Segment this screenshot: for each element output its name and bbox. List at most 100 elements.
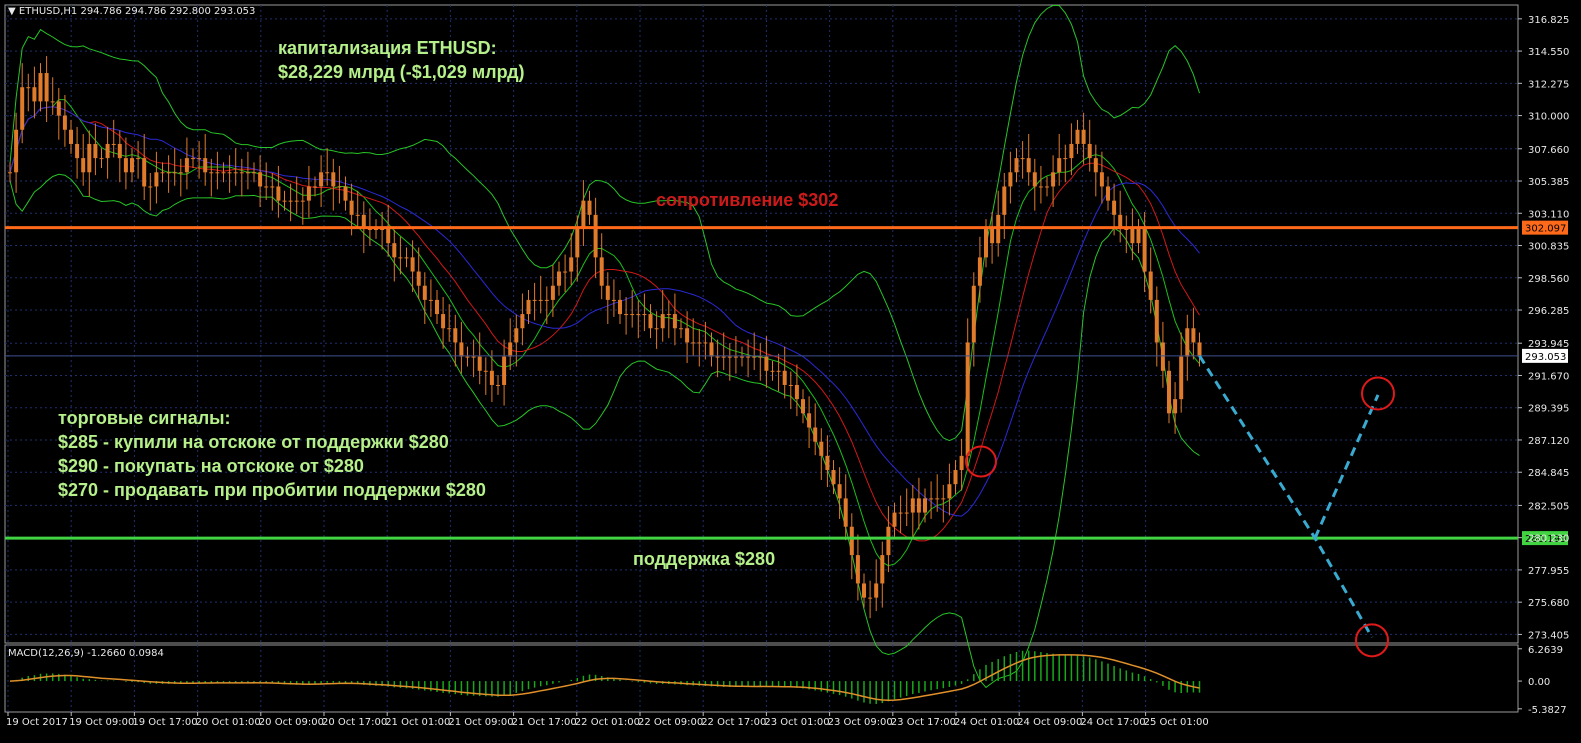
candle-body [1026,158,1031,173]
candle-body [1057,158,1062,173]
candle-body [941,498,946,500]
candle-body [935,498,940,500]
candle-body [215,172,220,174]
candle-body [593,214,598,258]
candle-body [380,229,385,231]
y-tick-label: 312.275 [1528,79,1569,90]
candle-body [258,172,263,187]
candle-body [203,158,208,173]
candle-body [923,498,927,513]
candle-body [428,299,433,301]
candle-body [746,356,751,358]
candle-body [416,271,421,286]
y-tick-label: 284.845 [1528,468,1569,479]
candle-body [733,356,738,358]
signal-2: $290 - покупать на отскоке от $280 [58,456,364,476]
candle-body [1154,299,1159,343]
macd-tick-label: 6.2639 [1528,645,1563,656]
x-tick-label: 22 Oct 01:00 [575,717,640,728]
candle-body [611,299,616,301]
candle-body [111,143,116,145]
candle-body [752,356,757,358]
candle-body [75,143,80,159]
x-tick-label: 21 Oct 09:00 [448,717,513,728]
candle-body [514,328,519,343]
signal-3: $270 - продавать при пробитии поддержки … [58,480,486,500]
macd-header: MACD(12,26,9) -1.2660 0.0984 [8,648,164,659]
candle-body [1002,186,1007,215]
candle-body [221,172,226,174]
capitalization-value: $28,229 млрд (-$1,029 млрд) [278,62,525,82]
candle-body [825,455,830,471]
y-tick-label: 291.670 [1528,371,1569,382]
candle-body [1032,172,1037,187]
candle-body [642,314,647,316]
candle-body [367,229,372,231]
y-tick-label: 310.000 [1528,112,1569,123]
candle-body [965,342,970,456]
candle-body [14,129,19,173]
candle-body [630,314,635,316]
candle-body [386,229,391,244]
candle-body [166,172,171,174]
candle-body [447,328,452,330]
candle-body [325,172,330,174]
candle-body [20,87,25,130]
candle-body [471,356,476,358]
candle-body [520,314,525,329]
candle-body [721,356,726,358]
candle-body [788,384,793,386]
candle-body [184,158,189,173]
ohlc-values: 294.786 294.786 292.800 293.053 [80,6,256,17]
candle-body [666,314,671,316]
candle-body [1099,172,1104,187]
candle-body [837,484,842,499]
menu-triangle-icon[interactable]: ▼ [8,6,16,17]
candle-body [801,399,805,414]
candle-body [880,555,885,584]
candle-body [984,229,988,258]
candle-body [130,158,134,173]
candle-body [160,172,165,174]
candle-body [374,229,378,231]
candle-body [465,356,470,358]
candle-body [453,328,458,343]
candle-body [813,427,818,442]
candle-body [898,512,903,514]
candle-body [62,115,67,130]
candle-body [44,73,49,102]
support-label: поддержка $280 [633,549,776,569]
candle-body [1106,186,1110,201]
candle-body [1160,342,1165,371]
candle-body [313,186,317,188]
candle-body [1136,229,1141,244]
candle-body [178,172,183,174]
candle-body [392,243,397,258]
candle-body [398,257,403,259]
y-tick-label: 303.110 [1528,209,1569,220]
candle-body [172,172,177,174]
candle-body [69,129,73,144]
candle-body [532,299,537,301]
candle-body [1173,399,1178,414]
chart-header: ▼ ETHUSD,H1 294.786 294.786 292.800 293.… [8,6,255,17]
candle-body [581,200,586,230]
candle-body [1142,229,1147,272]
candle-body [56,101,61,116]
y-tick-label: 282.505 [1528,501,1569,512]
candle-body [1051,172,1056,187]
candle-body [758,356,763,358]
candle-body [599,257,604,286]
candle-body [1081,129,1086,144]
price-chart: 302.097280.199293.053 316.825314.550312.… [0,0,1581,743]
candle-body [910,498,915,513]
candle-body [331,172,336,187]
candle-body [740,356,744,358]
candle-body [93,143,98,159]
candle-body [99,158,104,160]
candle-body [605,285,610,300]
x-tick-label: 21 Oct 01:00 [385,717,450,728]
x-tick-label: 22 Oct 17:00 [701,717,766,728]
candle-body [123,158,128,173]
macd-tick-label: -5.3827 [1528,705,1567,716]
